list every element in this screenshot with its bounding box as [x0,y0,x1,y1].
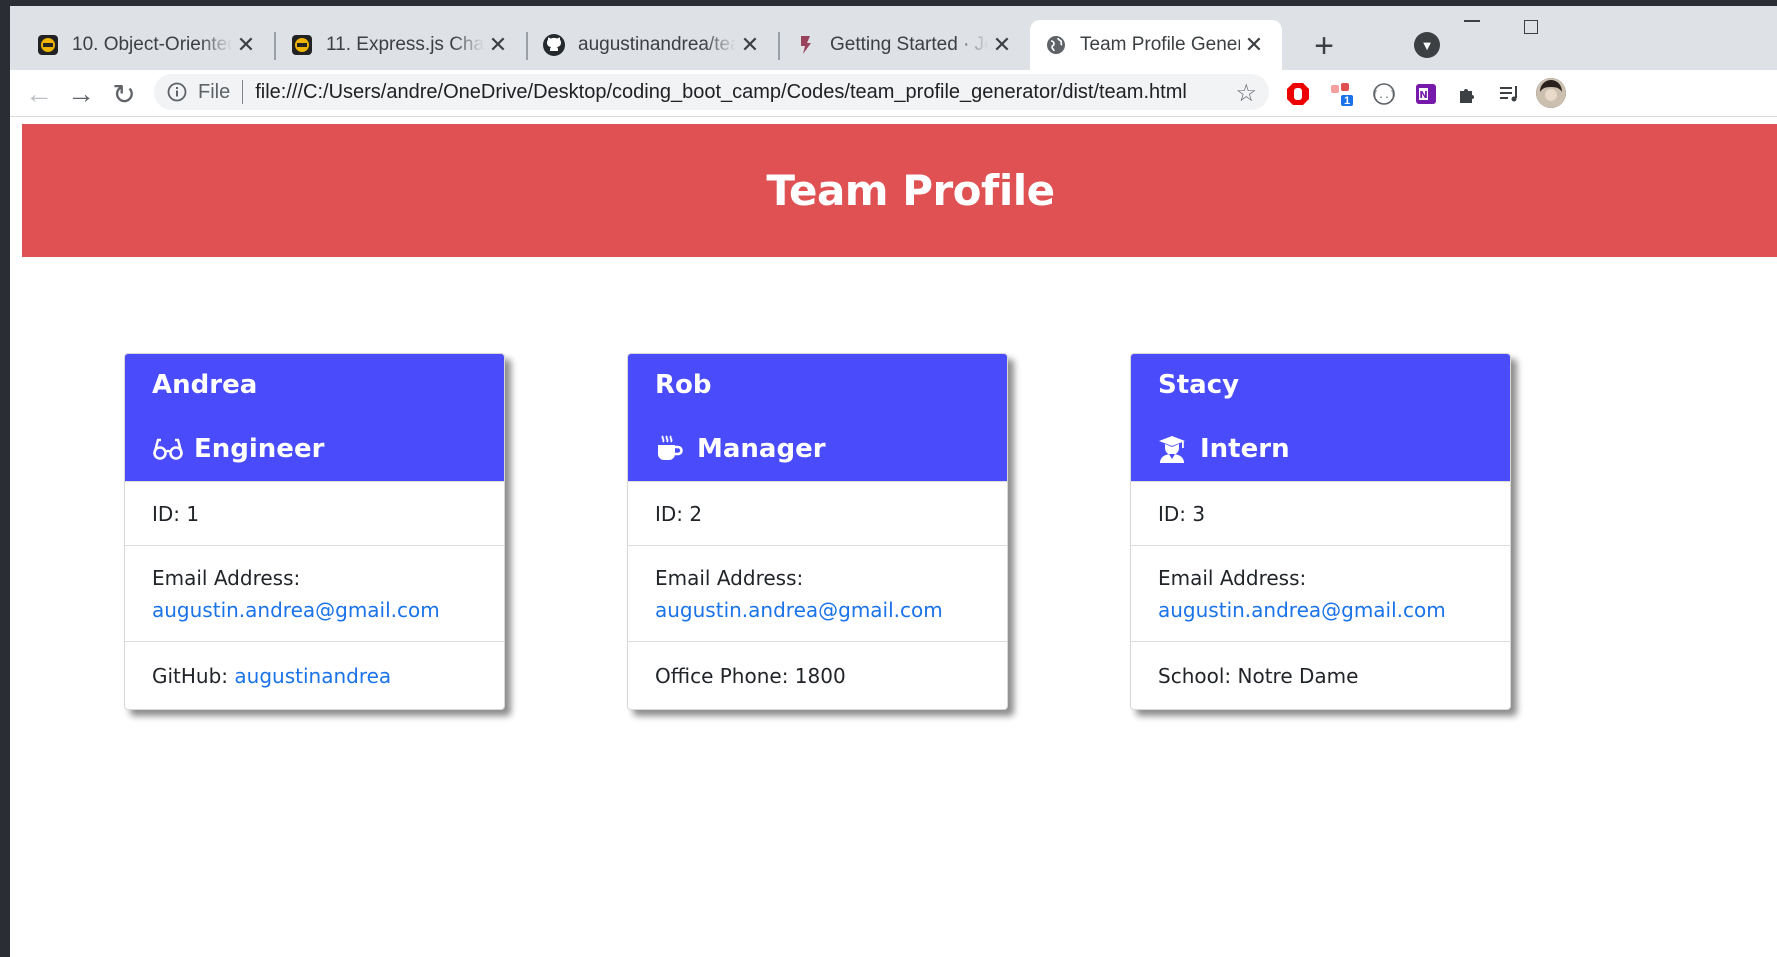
json-formatter-icon[interactable]: {..} [1370,80,1398,108]
svg-text:N: N [1419,90,1427,101]
email-link[interactable]: augustin.andrea@gmail.com [655,598,943,622]
school-value: Notre Dame [1237,664,1359,688]
page-title: Team Profile [766,166,1055,215]
email-row: Email Address: augustin.andrea@gmail.com [1131,545,1510,642]
github-icon [542,33,566,57]
adblock-stop-icon[interactable] [1284,80,1312,108]
coffee-mug-icon [655,435,687,463]
scheme-label: File [198,80,231,103]
close-icon[interactable]: ✕ [232,31,260,59]
page-content: Team Profile Andrea Engineer ID: 1 Email… [10,117,1777,957]
extension-badge-icon[interactable]: 1 [1328,80,1356,108]
close-icon[interactable]: ✕ [736,31,764,59]
address-bar[interactable]: File file:///C:/Users/andre/OneDrive/Des… [154,74,1269,110]
employee-card: Stacy Intern ID: 3 Email Address: august… [1130,353,1511,710]
tab-team-profile[interactable]: Team Profile Generator ✕ [1030,20,1282,70]
github-row: GitHub: augustinandrea [125,641,504,709]
close-icon[interactable]: ✕ [988,31,1016,59]
email-label: Email Address: [1158,566,1307,590]
employee-card: Andrea Engineer ID: 1 Email Address: aug… [124,353,505,710]
bootcamp-icon [290,33,314,57]
forward-arrow-icon[interactable]: → [64,77,98,111]
employee-role: Intern [1158,434,1290,464]
new-tab-icon[interactable]: + [1306,27,1342,65]
tab-title: 10. Object-Oriented Pro [72,34,232,55]
svg-text:{..}: {..} [1372,90,1396,101]
glasses-icon [152,435,184,463]
office-phone-label: Office Phone: [655,664,795,688]
tab-title: Team Profile Generator [1080,34,1240,55]
maximize-icon[interactable] [1524,20,1538,34]
graduate-icon [1158,435,1190,463]
employee-card: Rob Manager ID: 2 Email Address: augusti… [627,353,1008,710]
card-header: Rob Manager [628,354,1007,481]
id-row: ID: 2 [628,481,1007,546]
employee-id: ID: 1 [152,502,200,526]
url-text[interactable]: file:///C:/Users/andre/OneDrive/Desktop/… [255,81,1187,104]
id-row: ID: 3 [1131,481,1510,546]
role-label: Engineer [194,434,325,464]
browser-window: 10. Object-Oriented Pro ✕ 11. Express.js… [10,6,1777,957]
info-icon[interactable] [166,81,188,103]
tab-search-icon[interactable]: ▼ [1414,32,1440,58]
github-label: GitHub: [152,664,235,688]
tab-title: Getting Started · Jest [830,34,988,55]
tab-strip: 10. Object-Oriented Pro ✕ 11. Express.js… [10,6,1777,70]
office-phone-value: 1800 [794,664,846,688]
tab-title: augustinandrea/team_p [578,34,736,55]
employee-id: ID: 3 [1158,502,1206,526]
tab-object-oriented[interactable]: 10. Object-Oriented Pro ✕ [10,20,274,70]
school-label: School: [1158,664,1238,688]
role-label: Manager [697,434,826,464]
employee-name: Andrea [152,370,258,400]
employee-name: Stacy [1158,370,1240,400]
tab-express-challenge[interactable]: 11. Express.js Challenge ✕ [276,20,526,70]
card-header: Andrea Engineer [125,354,504,481]
globe-icon [1044,33,1068,57]
bookmark-star-icon[interactable]: ☆ [1235,79,1257,108]
close-icon[interactable]: ✕ [484,31,512,59]
bootcamp-icon [36,33,60,57]
office-phone-row: Office Phone: 1800 [628,641,1007,709]
card-header: Stacy Intern [1131,354,1510,481]
close-icon[interactable]: ✕ [1240,31,1268,59]
email-link[interactable]: augustin.andrea@gmail.com [1158,598,1446,622]
school-row: School: Notre Dame [1131,641,1510,709]
puzzle-extensions-icon[interactable] [1454,80,1482,108]
email-label: Email Address: [152,566,301,590]
id-row: ID: 1 [125,481,504,546]
tab-jest[interactable]: Getting Started · Jest ✕ [780,20,1030,70]
onenote-icon[interactable]: N [1412,80,1440,108]
tab-github-repo[interactable]: augustinandrea/team_p ✕ [528,20,778,70]
employee-role: Engineer [152,434,324,464]
tab-title: 11. Express.js Challenge [326,34,484,55]
employee-id: ID: 2 [655,502,703,526]
github-link[interactable]: augustinandrea [234,664,391,688]
employee-role: Manager [655,434,826,464]
role-label: Intern [1200,434,1290,464]
header-banner: Team Profile [22,124,1777,257]
email-row: Email Address: augustin.andrea@gmail.com [628,545,1007,642]
profile-avatar[interactable] [1536,78,1566,108]
reload-icon[interactable]: ↻ [107,77,141,111]
minimize-icon[interactable] [1464,20,1480,22]
employee-name: Rob [655,370,712,400]
badge-count: 1 [1344,95,1351,107]
back-arrow-icon[interactable]: ← [22,77,56,111]
email-row: Email Address: augustin.andrea@gmail.com [125,545,504,642]
browser-toolbar: ← → ↻ File file:///C:/Users/andre/OneDri… [10,70,1777,117]
jest-icon [794,33,818,57]
reading-list-icon[interactable] [1496,80,1524,108]
email-label: Email Address: [655,566,804,590]
divider [242,80,244,104]
email-link[interactable]: augustin.andrea@gmail.com [152,598,440,622]
